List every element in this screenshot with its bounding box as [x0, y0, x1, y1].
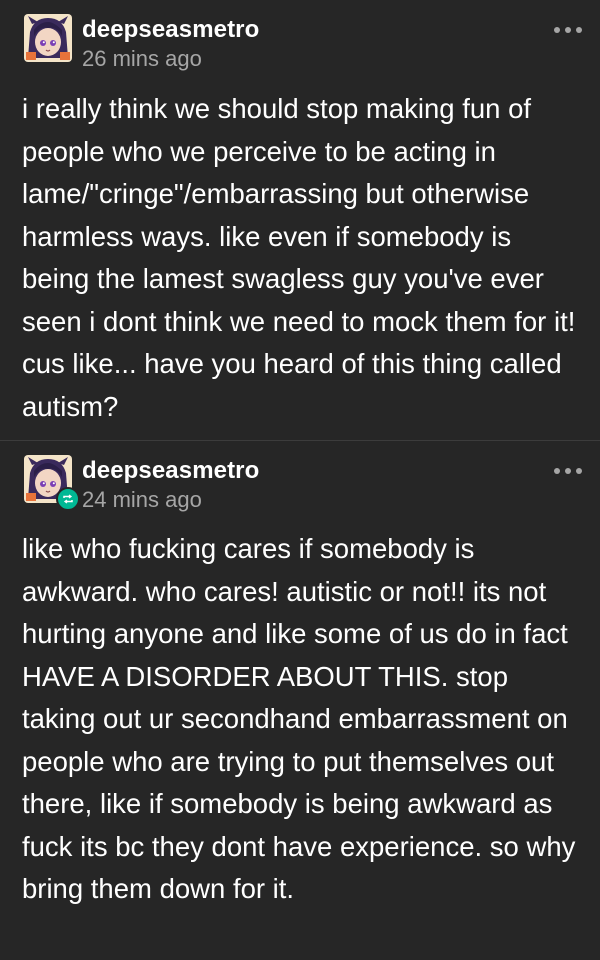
avatar-icon: [24, 14, 72, 62]
post-1: deepseasmetro 26 mins ago i really think…: [0, 0, 600, 440]
post-timestamp: 26 mins ago: [82, 46, 202, 71]
reblog-icon: [63, 494, 73, 504]
more-options-button[interactable]: [550, 18, 586, 42]
post-timestamp: 24 mins ago: [82, 487, 202, 512]
post-username[interactable]: deepseasmetro: [82, 457, 259, 485]
post-body-text: i really think we should stop making fun…: [22, 93, 576, 422]
post-2: deepseasmetro 24 mins ago like who fucki…: [0, 441, 600, 960]
more-options-icon: [554, 27, 582, 33]
more-options-button[interactable]: [550, 459, 586, 483]
reblog-badge: [56, 487, 80, 511]
avatar[interactable]: [24, 14, 72, 62]
post-header: deepseasmetro 24 mins ago: [24, 455, 586, 512]
more-options-icon: [554, 468, 582, 474]
post-username[interactable]: deepseasmetro: [82, 16, 259, 44]
post-header: deepseasmetro 26 mins ago: [24, 14, 586, 71]
post-body-text: like who fucking cares if somebody is aw…: [22, 533, 576, 904]
